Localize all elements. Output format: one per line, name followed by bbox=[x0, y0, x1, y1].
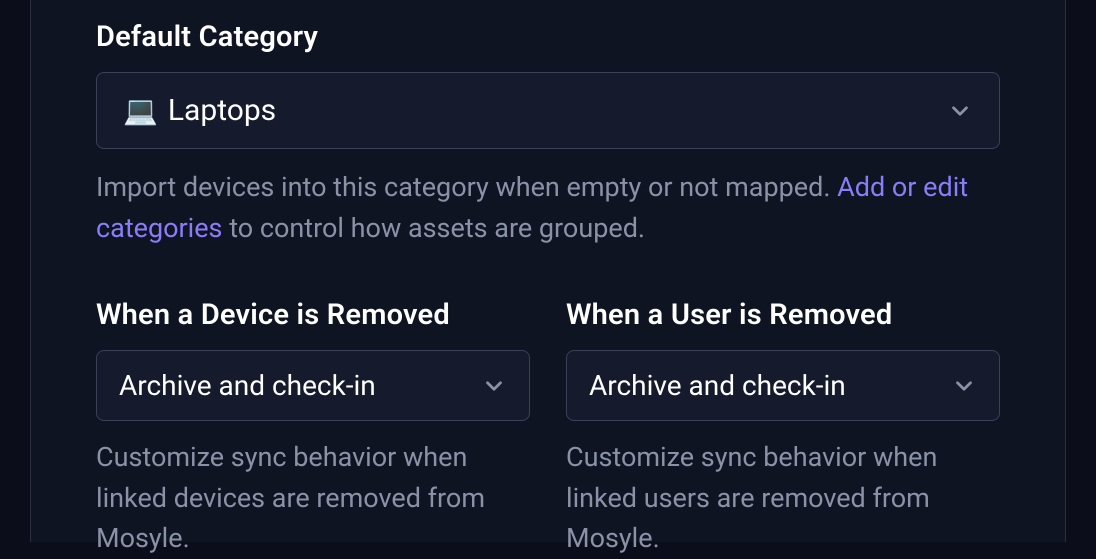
chevron-down-icon bbox=[481, 373, 507, 399]
default-category-helper: Import devices into this category when e… bbox=[96, 167, 1000, 248]
default-category-field: Default Category 💻 Laptops Import device… bbox=[96, 20, 1000, 248]
default-category-value: Laptops bbox=[168, 93, 276, 128]
device-removed-label: When a Device is Removed bbox=[96, 298, 530, 332]
user-removed-label: When a User is Removed bbox=[566, 298, 1000, 332]
user-removed-select[interactable]: Archive and check-in bbox=[566, 350, 1000, 421]
device-removed-value: Archive and check-in bbox=[119, 369, 376, 402]
settings-panel: Default Category 💻 Laptops Import device… bbox=[30, 0, 1066, 542]
chevron-down-icon bbox=[947, 98, 973, 124]
chevron-down-icon bbox=[951, 373, 977, 399]
removal-settings-row: When a Device is Removed Archive and che… bbox=[96, 298, 1000, 559]
user-removed-value: Archive and check-in bbox=[589, 369, 846, 402]
device-removed-field: When a Device is Removed Archive and che… bbox=[96, 298, 530, 559]
default-category-value-container: 💻 Laptops bbox=[123, 93, 276, 128]
helper-text-pre: Import devices into this category when e… bbox=[96, 171, 837, 203]
device-removed-select[interactable]: Archive and check-in bbox=[96, 350, 530, 421]
user-removed-helper: Customize sync behavior when linked user… bbox=[566, 437, 1000, 559]
user-removed-field: When a User is Removed Archive and check… bbox=[566, 298, 1000, 559]
device-removed-helper: Customize sync behavior when linked devi… bbox=[96, 437, 530, 559]
laptop-icon: 💻 bbox=[123, 97, 158, 125]
default-category-label: Default Category bbox=[96, 20, 1000, 54]
helper-text-post: to control how assets are grouped. bbox=[223, 212, 646, 244]
default-category-select[interactable]: 💻 Laptops bbox=[96, 72, 1000, 149]
